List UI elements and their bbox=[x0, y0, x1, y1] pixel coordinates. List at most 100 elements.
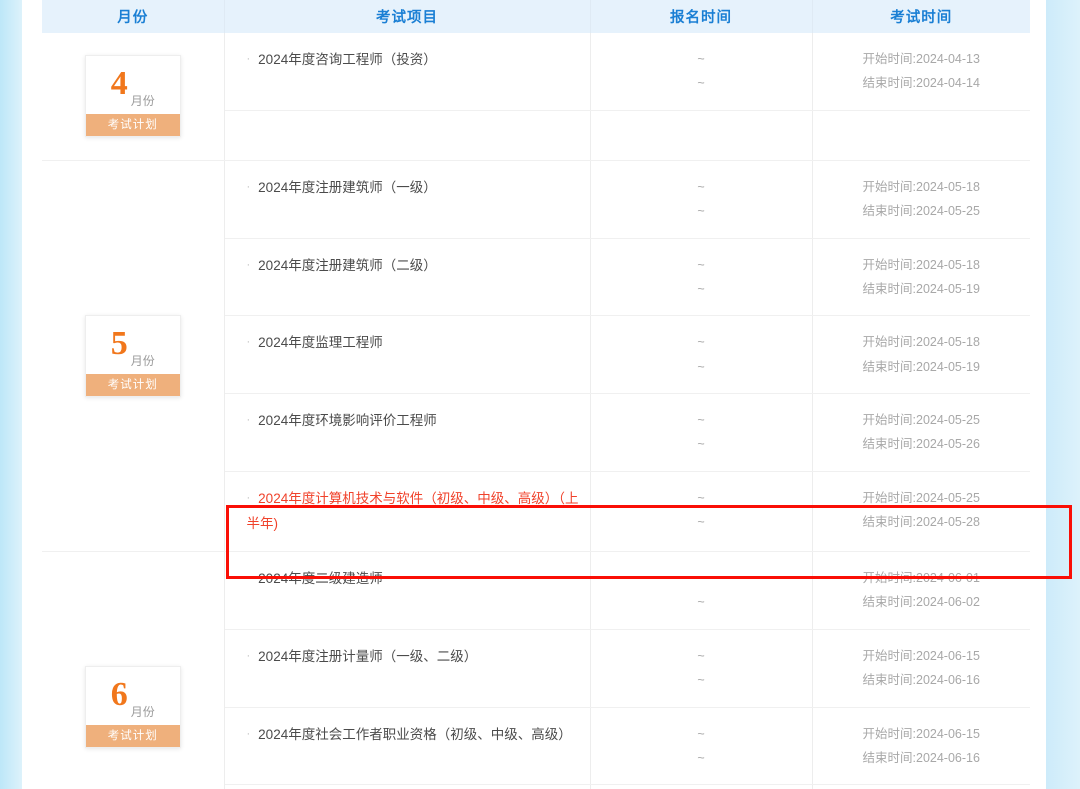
registration-end-value: ~ bbox=[697, 76, 705, 91]
exam-item-cell[interactable]: · 2024年度社会工作者职业资格（初级、中级、高级） bbox=[224, 707, 591, 786]
table-body: 4 月份 考试计划 · 2024年度咨询工程师（投资） ~ ~ 开始时间:2024-04-13… bbox=[42, 33, 1030, 789]
exam-schedule-page: 月份 考试项目 报名时间 考试时间 4 月份 考试计划 · 2024年度咨询工程师（投资… bbox=[0, 0, 1080, 789]
month-badge-footer-label: 考试计划 bbox=[85, 373, 180, 396]
schedule-table-container: 月份 考试项目 报名时间 考试时间 4 月份 考试计划 · 2024年度咨询工程师（投资… bbox=[42, 0, 1072, 789]
exam-time-cell: 开始时间:2024-05-25 结束时间:2024-05-28 bbox=[812, 471, 1030, 553]
exam-item-label: 2024年度注册建筑师（二级） bbox=[258, 257, 437, 273]
exam-end-time: 结束时间:2024-05-25 bbox=[862, 204, 980, 219]
bullet-icon: · bbox=[246, 414, 251, 426]
exam-item-label: 2024年度环境影响评价工程师 bbox=[258, 413, 437, 428]
exam-end-time: 结束时间:2024-05-19 bbox=[862, 281, 980, 296]
registration-start-value: ~ bbox=[697, 335, 705, 350]
exam-time-cell: 开始时间:2024-05-18 结束时间:2024-05-19 bbox=[812, 238, 1030, 317]
exam-item-label: 2024年度社会工作者职业资格（初级、中级、高级） bbox=[258, 726, 572, 742]
column-header-exam-time: 考试时间 bbox=[812, 0, 1030, 33]
registration-time-cell: ~~ bbox=[590, 784, 813, 789]
registration-time-cell: ~~ bbox=[590, 471, 813, 553]
registration-end-value: ~ bbox=[697, 204, 705, 219]
month-unit-label: 月份 bbox=[130, 705, 155, 720]
exam-time-cell: 开始时间:2024-06-15结束时间:2024-06-16 bbox=[812, 784, 1030, 789]
month-cell: 6 月份 考试计划 bbox=[42, 551, 225, 789]
month-cell: 5 月份 考试计划 bbox=[42, 160, 225, 553]
column-header-exam-item: 考试项目 bbox=[224, 0, 591, 33]
bullet-icon: · bbox=[246, 336, 251, 349]
exam-item-label: 2024年度注册建筑师（一级） bbox=[258, 179, 437, 195]
exam-item-cell[interactable]: · 2024年度注册计量师（一级、二级） bbox=[224, 629, 591, 708]
exam-start-time: 开始时间:2024-05-18 bbox=[862, 335, 980, 350]
exam-start-time: 开始时间:2024-05-18 bbox=[862, 179, 980, 194]
registration-start-value: ~ bbox=[697, 648, 705, 663]
registration-end-value: ~ bbox=[697, 673, 705, 688]
registration-time-cell: ~~ bbox=[590, 315, 813, 394]
month-badge-top: 4 月份 bbox=[86, 56, 180, 114]
exam-start-time: 开始时间:2024-05-25 bbox=[862, 413, 980, 427]
exam-start-time: 开始时间:2024-06-15 bbox=[862, 726, 980, 741]
exam-start-time: 开始时间:2024-06-15 bbox=[862, 648, 980, 663]
month-badge: 6 月份 考试计划 bbox=[84, 666, 181, 749]
month-number: 6 bbox=[110, 676, 128, 714]
registration-time-cell: ~~ bbox=[590, 393, 813, 472]
registration-start-value: ~ bbox=[697, 179, 705, 194]
bullet-icon: · bbox=[246, 649, 251, 662]
exam-item-cell[interactable]: · 2024年度咨询工程师（投资） bbox=[224, 33, 591, 111]
exam-time-cell: 开始时间:2024-05-25 结束时间:2024-05-26 bbox=[812, 393, 1030, 472]
registration-time-cell: ~~ bbox=[590, 629, 813, 708]
exam-time-cell: 开始时间:2024-06-15 结束时间:2024-06-16 bbox=[812, 629, 1030, 708]
exam-item-cell[interactable]: · 2024年度环境影响评价工程师 bbox=[224, 393, 591, 472]
table-header: 月份 考试项目 报名时间 考试时间 bbox=[42, 0, 1030, 33]
table-row[interactable]: 6 月份 考试计划 · 2024年度二级建造师 ~ ~ 开始时间:2024-06-01 结束时间… bbox=[42, 551, 1030, 789]
exam-end-time: 结束时间:2024-04-14 bbox=[862, 76, 980, 91]
month-badge-top: 6 月份 bbox=[86, 667, 180, 725]
registration-time-cell: ~~ bbox=[590, 33, 813, 111]
month-badge: 5 月份 考试计划 bbox=[84, 314, 181, 397]
bullet-icon: · bbox=[246, 727, 251, 740]
month-number: 4 bbox=[110, 65, 128, 103]
month-number: 5 bbox=[110, 324, 128, 362]
column-header-month: 月份 bbox=[42, 0, 225, 33]
registration-start-value: ~ bbox=[697, 413, 705, 427]
table-header-row: 月份 考试项目 报名时间 考试时间 bbox=[42, 0, 1030, 33]
exam-schedule-table: 月份 考试项目 报名时间 考试时间 4 月份 考试计划 · 2024年度咨询工程师（投资… bbox=[42, 0, 1030, 789]
table-row[interactable]: 4 月份 考试计划 · 2024年度咨询工程师（投资） ~ ~ 开始时间:2024-04-13… bbox=[42, 33, 1030, 161]
empty-cell bbox=[224, 110, 591, 161]
exam-time-cell: 开始时间:2024-05-18 结束时间:2024-05-25 bbox=[812, 160, 1030, 239]
exam-start-time: 开始时间:2024-05-25 bbox=[862, 490, 980, 505]
exam-item-cell[interactable]: · 2024年度注册建筑师（一级） bbox=[224, 160, 591, 239]
month-unit-label: 月份 bbox=[130, 353, 155, 368]
registration-end-value: ~ bbox=[697, 359, 705, 374]
exam-end-time: 结束时间:2024-06-02 bbox=[862, 595, 980, 610]
exam-item-label: 2024年度计算机技术与软件（初级、中级、高级）（上半年) bbox=[246, 490, 579, 532]
exam-end-time: 结束时间:2024-06-16 bbox=[862, 673, 980, 688]
registration-end-value: ~ bbox=[697, 595, 705, 610]
registration-time-cell: ~~ bbox=[590, 160, 813, 239]
registration-time-cell: ~~ bbox=[590, 551, 813, 630]
exam-start-time: 开始时间:2024-04-13 bbox=[862, 52, 980, 66]
exam-time-cell: 开始时间:2024-06-15 结束时间:2024-06-16 bbox=[812, 707, 1030, 786]
registration-start-value: ~ bbox=[697, 490, 705, 505]
exam-item-cell[interactable]: · 2024年度二级建造师 bbox=[224, 551, 591, 630]
exam-end-time: 结束时间:2024-05-26 bbox=[862, 437, 980, 452]
exam-time-cell: 开始时间:2024-06-01 结束时间:2024-06-02 bbox=[812, 551, 1030, 630]
month-badge-top: 5 月份 bbox=[86, 316, 180, 374]
exam-item-label: 2024年度监理工程师 bbox=[258, 335, 383, 351]
exam-item-cell[interactable]: ·2024年度二级造价工程师 bbox=[224, 784, 591, 789]
exam-time-cell: 开始时间:2024-04-13 结束时间:2024-04-14 bbox=[812, 33, 1030, 111]
empty-cell bbox=[590, 110, 813, 161]
exam-item-cell[interactable]: · 2024年度计算机技术与软件（初级、中级、高级）（上半年) bbox=[224, 471, 591, 553]
exam-end-time: 结束时间:2024-05-19 bbox=[862, 359, 980, 374]
registration-end-value: ~ bbox=[697, 750, 705, 765]
table-row[interactable]: 5 月份 考试计划 · 2024年度注册建筑师（一级） ~ ~ 开始时间:2024-05-18… bbox=[42, 160, 1030, 553]
exam-item-label: 2024年度二级建造师 bbox=[258, 571, 383, 587]
bullet-icon: · bbox=[246, 258, 251, 271]
month-cell: 4 月份 考试计划 bbox=[42, 33, 225, 161]
bullet-icon: · bbox=[246, 180, 251, 193]
page-gutter-left bbox=[0, 0, 22, 789]
exam-item-cell[interactable]: · 2024年度注册建筑师（二级） bbox=[224, 238, 591, 317]
exam-end-time: 结束时间:2024-06-16 bbox=[862, 750, 980, 765]
registration-end-value: ~ bbox=[697, 437, 705, 452]
exam-time-cell: 开始时间:2024-05-18 结束时间:2024-05-19 bbox=[812, 315, 1030, 394]
bullet-icon: · bbox=[246, 491, 251, 504]
exam-item-cell[interactable]: · 2024年度监理工程师 bbox=[224, 315, 591, 394]
month-badge-footer-label: 考试计划 bbox=[85, 114, 180, 137]
month-unit-label: 月份 bbox=[130, 94, 155, 109]
